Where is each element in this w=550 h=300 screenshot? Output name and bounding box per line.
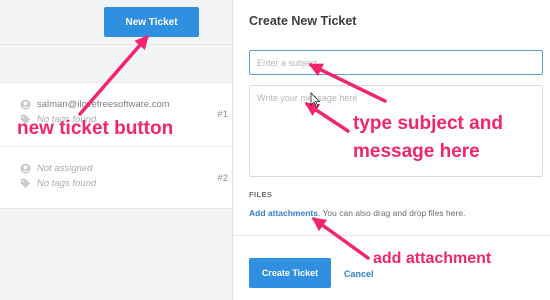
annotation-line-2: message here [353,141,480,162]
toolbar-divider [0,44,232,45]
ticket-requester: salman@ilovefreesoftware.com [20,99,170,110]
user-icon [20,99,31,110]
cancel-link[interactable]: Cancel [344,269,374,279]
user-icon [20,163,31,174]
add-attachments-link[interactable]: Add attachments [249,208,318,218]
ticket-tags: No tags found [20,178,96,189]
new-ticket-button[interactable]: New Ticket [104,7,199,37]
annotation-new-ticket: new ticket button [17,118,174,139]
ticket-list: salman@ilovefreesoftware.com No tags fou… [0,82,232,209]
attachments-row: Add attachments. You can also drag and d… [249,208,465,218]
panel-divider [233,235,550,236]
ticket-assignee-text: Not assigned [37,163,93,174]
ticket-tags-text: No tags found [37,178,97,189]
subject-input[interactable] [249,50,543,75]
tag-icon [20,178,31,189]
ticket-email: salman@ilovefreesoftware.com [37,99,170,110]
create-ticket-button[interactable]: Create Ticket [249,258,331,288]
ticket-list-area: New Ticket salman@ilovefreesoftware.com … [0,0,232,300]
attachments-hint: . You can also drag and drop files here. [317,208,466,218]
ticket-number: #2 [217,173,228,184]
annotation-line-1: type subject and [353,113,503,134]
files-label: FILES [249,190,273,199]
panel-title: Create New Ticket [249,14,357,28]
ticket-number: #1 [217,109,228,120]
ticket-row-2[interactable]: Not assigned No tags found #2 [0,146,232,209]
annotation-add-attachment: add attachment [373,250,492,267]
ticket-assignee: Not assigned [20,163,92,174]
annotation-subject-message: type subject and message here [353,110,503,166]
